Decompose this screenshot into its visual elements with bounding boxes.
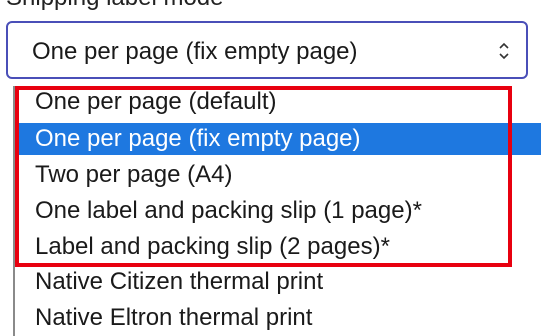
option-one-per-page-fix-empty-page[interactable]: One per page (fix empty page) [15,123,541,155]
option-two-per-page-a4[interactable]: Two per page (A4) [15,159,541,191]
option-native-citizen-thermal-print[interactable]: Native Citizen thermal print [15,266,541,298]
option-native-eltron-thermal-print[interactable]: Native Eltron thermal print [15,302,541,334]
option-label-and-packing-slip-2-pages[interactable]: Label and packing slip (2 pages)* [15,231,541,263]
dropdown-option-list: One per page (default) One per page (fix… [13,86,541,336]
field-label: Shipping label mode [6,0,224,10]
option-one-per-page-default[interactable]: One per page (default) [15,86,541,118]
updown-chevron-icon [499,42,509,60]
select-current-value: One per page (fix empty page) [32,38,358,65]
shipping-label-mode-select[interactable]: One per page (fix empty page) [6,21,528,79]
option-label-and-packing-slip-1-page[interactable]: One label and packing slip (1 page)* [15,195,541,227]
shipping-label-mode-screen: Shipping label mode One per page (fix em… [0,0,541,336]
